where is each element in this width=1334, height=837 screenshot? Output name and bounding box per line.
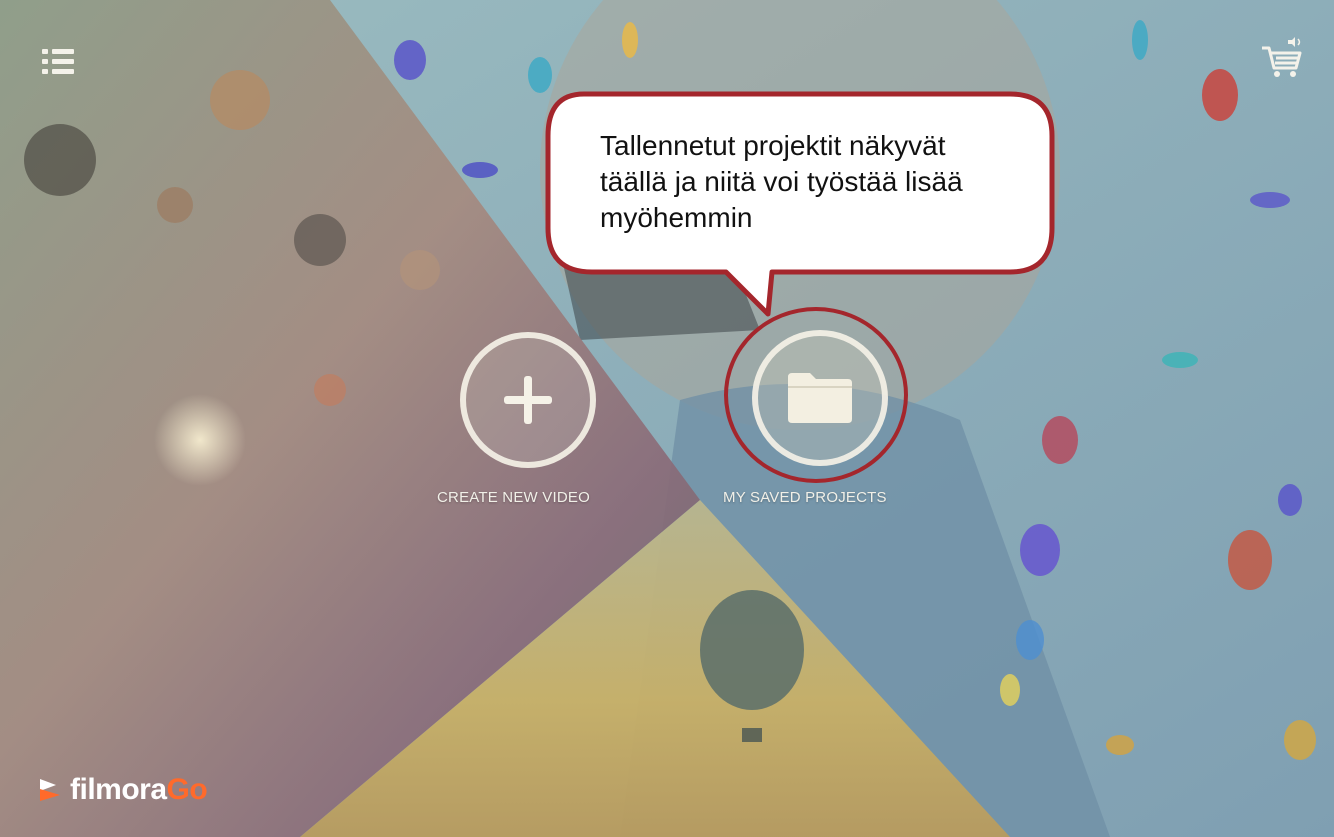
create-new-video-label[interactable]: CREATE NEW VIDEO <box>437 489 590 506</box>
callout-line-2: täällä ja niitä voi työstää lisää <box>600 166 963 197</box>
brand-name: filmoraGo <box>70 773 208 806</box>
list-icon <box>42 49 74 74</box>
my-saved-projects-button[interactable] <box>752 330 888 466</box>
folder-icon <box>788 373 852 423</box>
filmorago-logo: filmoraGo <box>36 770 208 810</box>
filmorago-logo-icon <box>40 779 60 801</box>
callout-line-1: Tallennetut projektit näkyvät <box>600 130 946 161</box>
tutorial-callout-text: Tallennetut projektit näkyvät täällä ja … <box>600 128 1030 236</box>
callout-line-3: myöhemmin <box>600 202 753 233</box>
plus-icon <box>504 376 552 424</box>
my-saved-projects-label[interactable]: MY SAVED PROJECTS <box>723 489 887 506</box>
create-new-video-button[interactable] <box>460 332 596 468</box>
shopping-cart-icon <box>1262 37 1302 77</box>
home-screen: CREATE NEW VIDEO MY SAVED PROJECTS Talle… <box>0 0 1334 837</box>
store-cart-button[interactable] <box>1258 36 1308 82</box>
menu-button[interactable] <box>30 40 86 84</box>
